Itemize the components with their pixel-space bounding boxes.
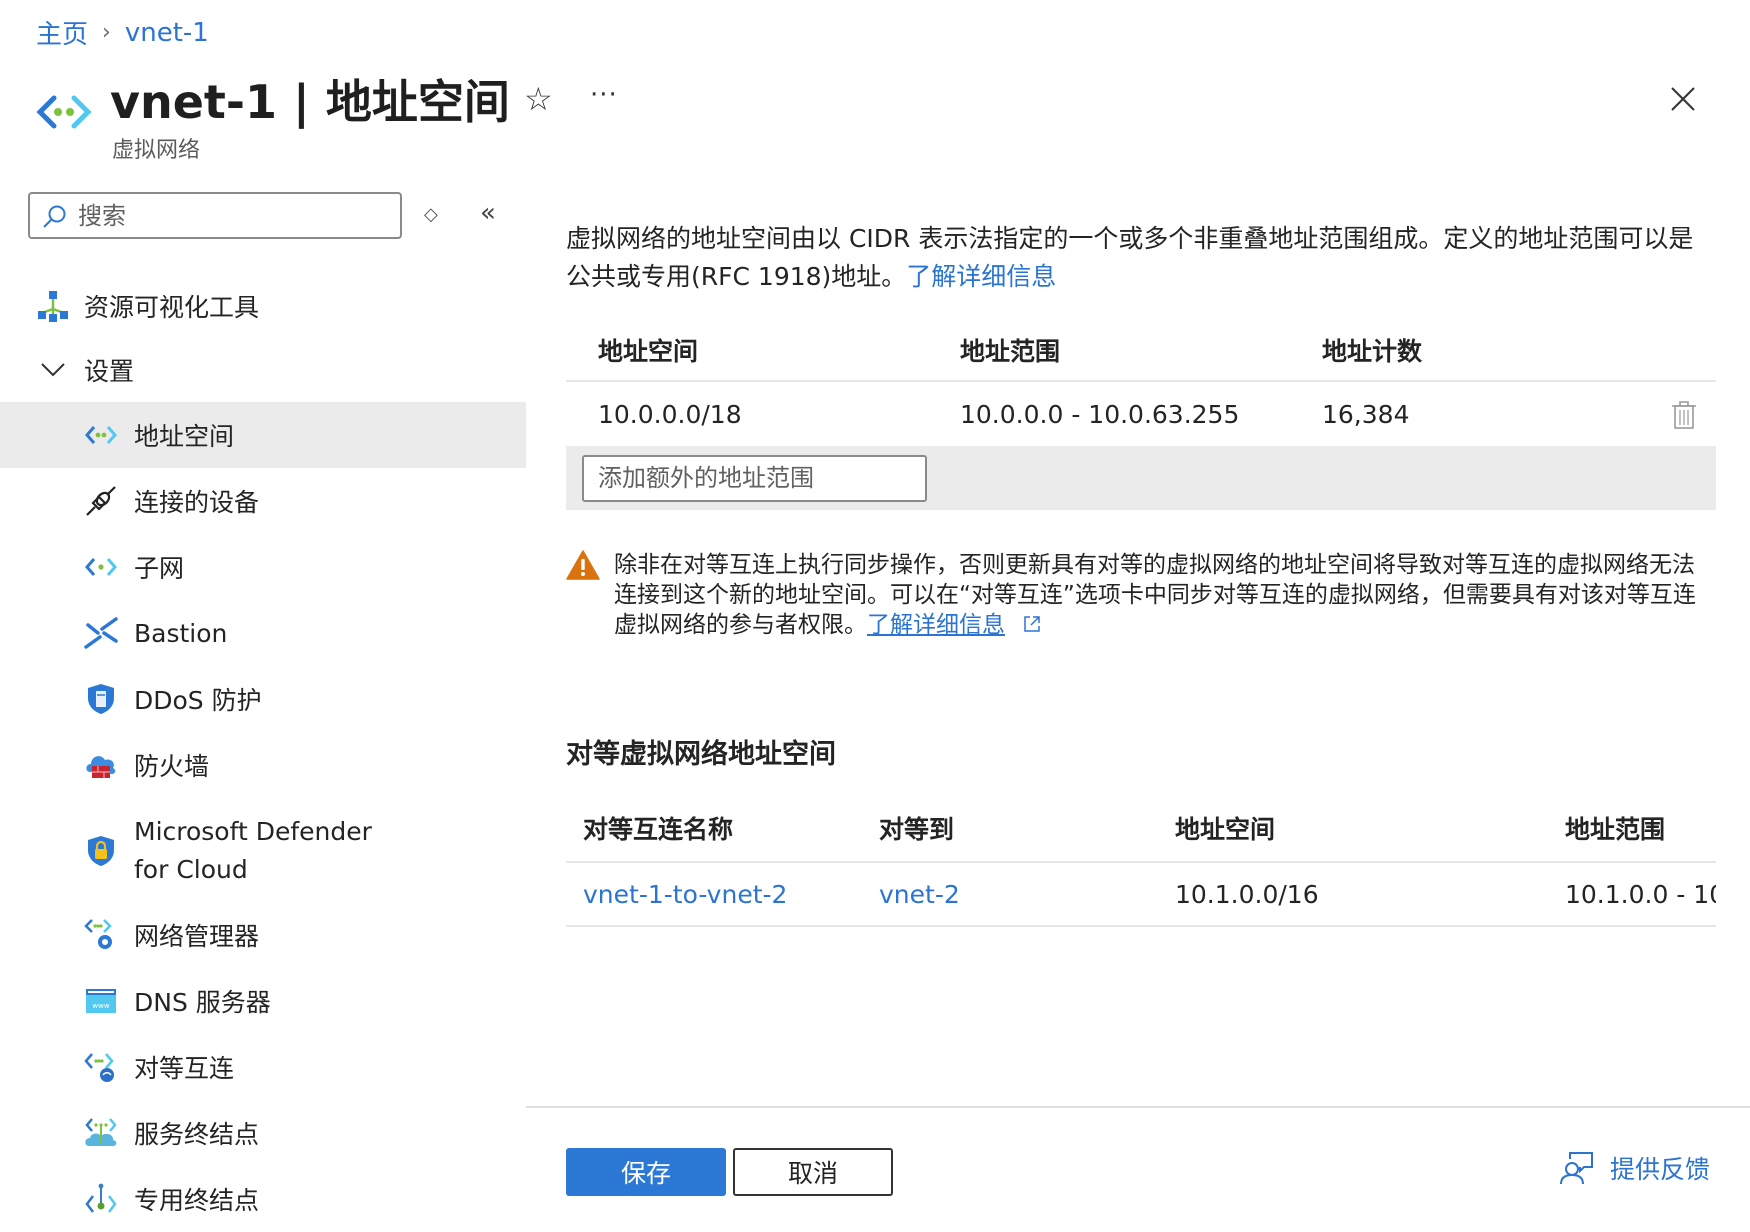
column-header-address-space: 地址空间 bbox=[598, 337, 699, 366]
star-icon[interactable]: ☆ bbox=[524, 80, 553, 118]
svg-text:www: www bbox=[92, 1002, 109, 1010]
sidebar-item-label: Microsoft Defender for Cloud bbox=[134, 817, 372, 884]
breadcrumb-separator: › bbox=[102, 20, 111, 45]
cell-address-space: 10.1.0.0/16 bbox=[1175, 879, 1319, 909]
sidebar-item-subnets[interactable]: 子网 bbox=[0, 534, 526, 600]
virtual-network-icon bbox=[84, 418, 118, 452]
column-header-address-space: 地址空间 bbox=[1175, 815, 1276, 844]
peer-address-table: 对等互连名称 对等到 地址空间 地址范围 vnet-1-to-vnet-2 vn… bbox=[566, 795, 1716, 927]
sidebar-item-address-space[interactable]: 地址空间 bbox=[0, 402, 526, 468]
breadcrumb: 主页 › vnet-1 bbox=[36, 14, 209, 51]
service-endpoint-icon bbox=[84, 1116, 118, 1150]
sidebar-item-private-endpoints[interactable]: 专用终结点 bbox=[0, 1166, 526, 1232]
feedback-icon bbox=[1560, 1152, 1593, 1185]
external-link-icon bbox=[1024, 616, 1041, 632]
breadcrumb-current-link[interactable]: vnet-1 bbox=[125, 18, 209, 48]
sidebar-item-label: 对等互连 bbox=[134, 1054, 235, 1083]
cell-address-count: 16,384 bbox=[1322, 399, 1410, 429]
sidebar-item-ddos-protection[interactable]: DDoS 防护 bbox=[0, 666, 526, 732]
sidebar-item-label: 专用终结点 bbox=[134, 1186, 260, 1215]
firewall-icon bbox=[84, 748, 118, 782]
peering-icon bbox=[84, 1050, 118, 1084]
sidebar-item-dns-servers[interactable]: www DNS 服务器 bbox=[0, 968, 526, 1034]
search-icon bbox=[43, 205, 66, 228]
bastion-icon bbox=[84, 616, 118, 650]
address-space-table: 地址空间 地址范围 地址计数 10.0.0.0/18 10.0.0.0 - 10… bbox=[566, 320, 1716, 510]
column-header-address-range: 地址范围 bbox=[1565, 815, 1666, 844]
page-title: vnet-1 | 地址空间 bbox=[110, 75, 510, 129]
table-header-row: 对等互连名称 对等到 地址空间 地址范围 bbox=[566, 795, 1716, 863]
sidebar-group-settings[interactable]: 设置 bbox=[0, 337, 526, 403]
description-text: 虚拟网络的地址空间由以 CIDR 表示法指定的一个或多个非重叠地址范围组成。定义… bbox=[566, 224, 1694, 291]
column-header-peering-name: 对等互连名称 bbox=[583, 815, 734, 844]
delete-icon[interactable] bbox=[1672, 400, 1696, 430]
sidebar-item-label: DNS 服务器 bbox=[134, 988, 271, 1017]
sidebar-item-label: 防火墙 bbox=[134, 752, 210, 781]
sidebar-item-label: 资源可视化工具 bbox=[84, 293, 260, 322]
warning-text: 除非在对等互连上执行同步操作，否则更新具有对等的虚拟网络的地址空间将导致对等互连… bbox=[614, 552, 1696, 638]
sidebar-item-defender-for-cloud[interactable]: Microsoft Defender for Cloud bbox=[0, 804, 526, 898]
peering-name-link[interactable]: vnet-1-to-vnet-2 bbox=[583, 880, 787, 909]
sidebar-item-resource-visualizer[interactable]: 资源可视化工具 bbox=[0, 273, 526, 339]
sidebar-item-firewall[interactable]: 防火墙 bbox=[0, 732, 526, 798]
cell-address-range: 10.0.0.0 - 10.0.63.255 bbox=[960, 399, 1240, 429]
description: 虚拟网络的地址空间由以 CIDR 表示法指定的一个或多个非重叠地址范围组成。定义… bbox=[566, 220, 1716, 296]
feedback-label: 提供反馈 bbox=[1610, 1155, 1711, 1184]
peer-section-title: 对等虚拟网络地址空间 bbox=[566, 739, 836, 770]
close-icon[interactable] bbox=[1668, 84, 1698, 114]
column-header-address-count: 地址计数 bbox=[1322, 337, 1423, 366]
sidebar-item-label: Bastion bbox=[134, 618, 228, 648]
sidebar-item-service-endpoints[interactable]: 服务终结点 bbox=[0, 1100, 526, 1166]
table-header-row: 地址空间 地址范围 地址计数 bbox=[566, 320, 1716, 382]
sidebar-item-connected-devices[interactable]: 连接的设备 bbox=[0, 468, 526, 534]
search-input[interactable] bbox=[78, 201, 378, 230]
expand-collapse-all-icon[interactable]: ◇ bbox=[424, 204, 438, 225]
private-endpoint-icon bbox=[84, 1182, 118, 1216]
subnet-icon bbox=[84, 550, 118, 584]
collapse-sidebar-icon[interactable]: « bbox=[480, 198, 496, 228]
more-options-button[interactable]: ··· bbox=[590, 80, 618, 110]
dns-server-icon: www bbox=[84, 984, 118, 1018]
breadcrumb-home-link[interactable]: 主页 bbox=[36, 14, 88, 51]
learn-more-link[interactable]: 了解详细信息 bbox=[906, 262, 1056, 291]
add-address-range-input[interactable] bbox=[582, 454, 927, 502]
sidebar-item-network-manager[interactable]: 网络管理器 bbox=[0, 902, 526, 968]
cancel-button[interactable]: 取消 bbox=[733, 1148, 893, 1196]
ddos-shield-icon bbox=[84, 682, 118, 716]
sidebar-item-bastion[interactable]: Bastion bbox=[0, 600, 526, 666]
save-button[interactable]: 保存 bbox=[566, 1148, 726, 1196]
sidebar-item-label: 子网 bbox=[134, 554, 185, 583]
sidebar-item-label: 服务终结点 bbox=[134, 1120, 260, 1149]
sidebar-item-label: 网络管理器 bbox=[134, 922, 260, 951]
sidebar-item-label: 设置 bbox=[84, 357, 135, 386]
virtual-network-icon bbox=[36, 95, 92, 129]
column-header-address-range: 地址范围 bbox=[960, 337, 1061, 366]
warning-message: 除非在对等互连上执行同步操作，否则更新具有对等的虚拟网络的地址空间将导致对等互连… bbox=[566, 550, 1716, 640]
cell-address-space: 10.0.0.0/18 bbox=[598, 399, 742, 429]
sidebar-item-label: 地址空间 bbox=[134, 422, 235, 451]
peer-vnet-link[interactable]: vnet-2 bbox=[879, 880, 960, 909]
cell-address-range: 10.1.0.0 - 10 bbox=[1565, 879, 1716, 909]
plug-icon bbox=[84, 484, 118, 518]
network-manager-icon bbox=[84, 918, 118, 952]
table-row: 10.0.0.0/18 10.0.0.0 - 10.0.63.255 16,38… bbox=[566, 382, 1716, 446]
sidebar-item-label: DDoS 防护 bbox=[134, 686, 262, 715]
sidebar-item-peerings[interactable]: 对等互连 bbox=[0, 1034, 526, 1100]
chevron-down-icon bbox=[36, 353, 70, 387]
warning-learn-more-link[interactable]: 了解详细信息 bbox=[867, 612, 1005, 638]
feedback-link[interactable]: 提供反馈 bbox=[1560, 1150, 1710, 1186]
table-row: vnet-1-to-vnet-2 vnet-2 10.1.0.0/16 10.1… bbox=[566, 863, 1716, 927]
sidebar-item-label: 连接的设备 bbox=[134, 488, 260, 517]
sidebar-search bbox=[28, 192, 402, 239]
footer-divider bbox=[526, 1106, 1750, 1108]
resource-visualizer-icon bbox=[36, 289, 70, 323]
defender-shield-icon bbox=[84, 834, 118, 868]
add-address-range-row bbox=[566, 446, 1716, 510]
page-subtitle: 虚拟网络 bbox=[112, 138, 201, 163]
warning-icon bbox=[566, 550, 600, 580]
column-header-peer: 对等到 bbox=[879, 815, 955, 844]
